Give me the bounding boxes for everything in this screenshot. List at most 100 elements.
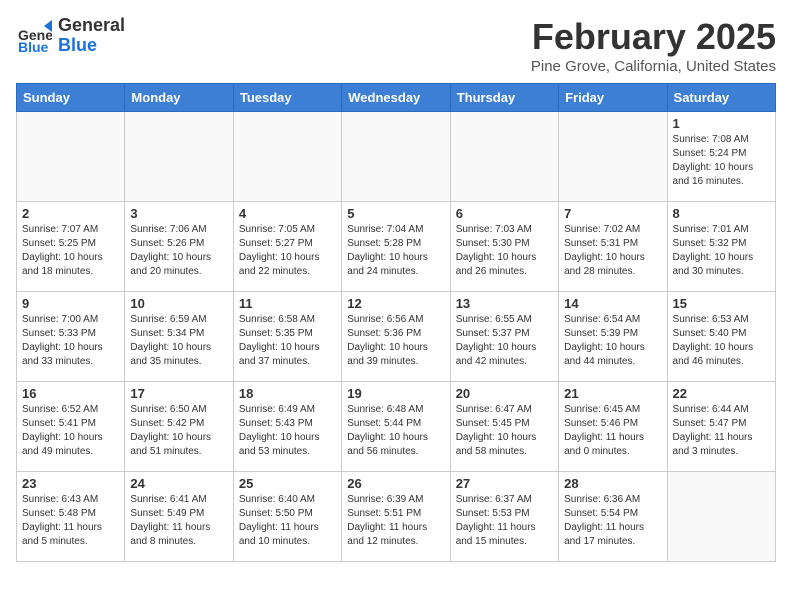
calendar-cell: 24Sunrise: 6:41 AM Sunset: 5:49 PM Dayli… bbox=[125, 472, 233, 562]
weekday-header-saturday: Saturday bbox=[667, 84, 775, 112]
day-info: Sunrise: 6:40 AM Sunset: 5:50 PM Dayligh… bbox=[239, 493, 336, 549]
day-info: Sunrise: 6:53 AM Sunset: 5:40 PM Dayligh… bbox=[673, 313, 770, 369]
day-info: Sunrise: 6:44 AM Sunset: 5:47 PM Dayligh… bbox=[673, 403, 770, 459]
day-number: 20 bbox=[456, 386, 553, 401]
day-number: 14 bbox=[564, 296, 661, 311]
calendar-cell: 25 Sunrise: 6:40 AM Sunset: 5:50 PM Dayli… bbox=[233, 472, 341, 562]
day-info: Sunrise: 6:39 AM Sunset: 5:51 PM Dayligh… bbox=[347, 493, 444, 549]
day-number: 7 bbox=[564, 206, 661, 221]
day-number: 21 bbox=[564, 386, 661, 401]
day-number: 25 bbox=[239, 476, 336, 491]
calendar-cell bbox=[450, 112, 558, 202]
day-number: 26 bbox=[347, 476, 444, 491]
calendar-cell: 12 Sunrise: 6:56 AM Sunset: 5:36 PM Dayli… bbox=[342, 292, 450, 382]
weekday-header-monday: Monday bbox=[125, 84, 233, 112]
month-title: February 2025 bbox=[531, 16, 776, 58]
calendar-cell: 9Sunrise: 7:00 AM Sunset: 5:33 PM Daylig… bbox=[17, 292, 125, 382]
weekday-header-wednesday: Wednesday bbox=[342, 84, 450, 112]
day-info: Sunrise: 7:07 AM Sunset: 5:25 PM Dayligh… bbox=[22, 223, 119, 279]
calendar-cell: 11 Sunrise: 6:58 AM Sunset: 5:35 PM Dayli… bbox=[233, 292, 341, 382]
calendar-cell: 20 Sunrise: 6:47 AM Sunset: 5:45 PM Dayli… bbox=[450, 382, 558, 472]
day-number: 5 bbox=[347, 206, 444, 221]
calendar-cell: 4 Sunrise: 7:05 AM Sunset: 5:27 PM Daylig… bbox=[233, 202, 341, 292]
calendar-cell: 17Sunrise: 6:50 AM Sunset: 5:42 PM Dayli… bbox=[125, 382, 233, 472]
calendar-cell bbox=[125, 112, 233, 202]
calendar-cell: 7 Sunrise: 7:02 AM Sunset: 5:31 PM Daylig… bbox=[559, 202, 667, 292]
calendar-table: SundayMondayTuesdayWednesdayThursdayFrid… bbox=[16, 83, 776, 562]
calendar-cell: 22 Sunrise: 6:44 AM Sunset: 5:47 PM Dayli… bbox=[667, 382, 775, 472]
calendar-cell: 15 Sunrise: 6:53 AM Sunset: 5:40 PM Dayli… bbox=[667, 292, 775, 382]
day-number: 12 bbox=[347, 296, 444, 311]
day-number: 22 bbox=[673, 386, 770, 401]
calendar-cell: 3 Sunrise: 7:06 AM Sunset: 5:26 PM Daylig… bbox=[125, 202, 233, 292]
day-info: Sunrise: 7:01 AM Sunset: 5:32 PM Dayligh… bbox=[673, 223, 770, 279]
day-number: 15 bbox=[673, 296, 770, 311]
day-info: Sunrise: 6:58 AM Sunset: 5:35 PM Dayligh… bbox=[239, 313, 336, 369]
calendar-cell bbox=[17, 112, 125, 202]
weekday-header-thursday: Thursday bbox=[450, 84, 558, 112]
day-info: Sunrise: 6:37 AM Sunset: 5:53 PM Dayligh… bbox=[456, 493, 553, 549]
weekday-header-sunday: Sunday bbox=[17, 84, 125, 112]
day-number: 3 bbox=[130, 206, 227, 221]
calendar-week-1: 1Sunrise: 7:08 AM Sunset: 5:24 PM Daylig… bbox=[17, 112, 776, 202]
calendar-cell: 19Sunrise: 6:48 AM Sunset: 5:44 PM Dayli… bbox=[342, 382, 450, 472]
calendar-cell: 21 Sunrise: 6:45 AM Sunset: 5:46 PM Dayli… bbox=[559, 382, 667, 472]
calendar-header-row: SundayMondayTuesdayWednesdayThursdayFrid… bbox=[17, 84, 776, 112]
calendar-cell: 13 Sunrise: 6:55 AM Sunset: 5:37 PM Dayli… bbox=[450, 292, 558, 382]
day-info: Sunrise: 6:49 AM Sunset: 5:43 PM Dayligh… bbox=[239, 403, 336, 459]
day-info: Sunrise: 7:03 AM Sunset: 5:30 PM Dayligh… bbox=[456, 223, 553, 279]
calendar-cell: 2 Sunrise: 7:07 AM Sunset: 5:25 PM Daylig… bbox=[17, 202, 125, 292]
page-header: General Blue General Blue February 2025 … bbox=[16, 16, 776, 75]
day-number: 2 bbox=[22, 206, 119, 221]
day-info: Sunrise: 6:56 AM Sunset: 5:36 PM Dayligh… bbox=[347, 313, 444, 369]
day-number: 18 bbox=[239, 386, 336, 401]
day-number: 8 bbox=[673, 206, 770, 221]
calendar-cell: 27 Sunrise: 6:37 AM Sunset: 5:53 PM Dayli… bbox=[450, 472, 558, 562]
calendar-cell: 23Sunrise: 6:43 AM Sunset: 5:48 PM Dayli… bbox=[17, 472, 125, 562]
calendar-cell: 26 Sunrise: 6:39 AM Sunset: 5:51 PM Dayli… bbox=[342, 472, 450, 562]
day-info: Sunrise: 6:48 AM Sunset: 5:44 PM Dayligh… bbox=[347, 403, 444, 459]
calendar-cell bbox=[559, 112, 667, 202]
calendar-week-2: 2 Sunrise: 7:07 AM Sunset: 5:25 PM Daylig… bbox=[17, 202, 776, 292]
day-number: 6 bbox=[456, 206, 553, 221]
day-info: Sunrise: 6:36 AM Sunset: 5:54 PM Dayligh… bbox=[564, 493, 661, 549]
calendar-week-3: 9Sunrise: 7:00 AM Sunset: 5:33 PM Daylig… bbox=[17, 292, 776, 382]
day-number: 28 bbox=[564, 476, 661, 491]
logo-text: General Blue bbox=[58, 16, 125, 56]
day-number: 27 bbox=[456, 476, 553, 491]
calendar-week-4: 16 Sunrise: 6:52 AM Sunset: 5:41 PM Dayli… bbox=[17, 382, 776, 472]
weekday-header-tuesday: Tuesday bbox=[233, 84, 341, 112]
day-info: Sunrise: 7:05 AM Sunset: 5:27 PM Dayligh… bbox=[239, 223, 336, 279]
day-info: Sunrise: 6:55 AM Sunset: 5:37 PM Dayligh… bbox=[456, 313, 553, 369]
day-info: Sunrise: 6:45 AM Sunset: 5:46 PM Dayligh… bbox=[564, 403, 661, 459]
day-info: Sunrise: 6:43 AM Sunset: 5:48 PM Dayligh… bbox=[22, 493, 119, 549]
calendar-cell: 5Sunrise: 7:04 AM Sunset: 5:28 PM Daylig… bbox=[342, 202, 450, 292]
calendar-cell: 28 Sunrise: 6:36 AM Sunset: 5:54 PM Dayli… bbox=[559, 472, 667, 562]
calendar-cell bbox=[342, 112, 450, 202]
day-info: Sunrise: 6:52 AM Sunset: 5:41 PM Dayligh… bbox=[22, 403, 119, 459]
day-number: 4 bbox=[239, 206, 336, 221]
day-number: 10 bbox=[130, 296, 227, 311]
day-number: 17 bbox=[130, 386, 227, 401]
day-number: 16 bbox=[22, 386, 119, 401]
calendar-cell: 10Sunrise: 6:59 AM Sunset: 5:34 PM Dayli… bbox=[125, 292, 233, 382]
logo-blue-text: Blue bbox=[58, 36, 125, 56]
day-number: 1 bbox=[673, 116, 770, 131]
logo: General Blue General Blue bbox=[16, 16, 125, 56]
calendar-cell: 18 Sunrise: 6:49 AM Sunset: 5:43 PM Dayli… bbox=[233, 382, 341, 472]
day-number: 13 bbox=[456, 296, 553, 311]
location-text: Pine Grove, California, United States bbox=[531, 58, 776, 75]
calendar-cell: 14Sunrise: 6:54 AM Sunset: 5:39 PM Dayli… bbox=[559, 292, 667, 382]
calendar-week-5: 23Sunrise: 6:43 AM Sunset: 5:48 PM Dayli… bbox=[17, 472, 776, 562]
day-info: Sunrise: 7:06 AM Sunset: 5:26 PM Dayligh… bbox=[130, 223, 227, 279]
day-number: 9 bbox=[22, 296, 119, 311]
logo-icon: General Blue bbox=[16, 18, 52, 54]
calendar-cell: 1Sunrise: 7:08 AM Sunset: 5:24 PM Daylig… bbox=[667, 112, 775, 202]
day-number: 11 bbox=[239, 296, 336, 311]
calendar-cell: 16 Sunrise: 6:52 AM Sunset: 5:41 PM Dayli… bbox=[17, 382, 125, 472]
day-info: Sunrise: 6:41 AM Sunset: 5:49 PM Dayligh… bbox=[130, 493, 227, 549]
day-info: Sunrise: 6:47 AM Sunset: 5:45 PM Dayligh… bbox=[456, 403, 553, 459]
calendar-cell: 8 Sunrise: 7:01 AM Sunset: 5:32 PM Daylig… bbox=[667, 202, 775, 292]
day-info: Sunrise: 7:02 AM Sunset: 5:31 PM Dayligh… bbox=[564, 223, 661, 279]
calendar-cell bbox=[667, 472, 775, 562]
